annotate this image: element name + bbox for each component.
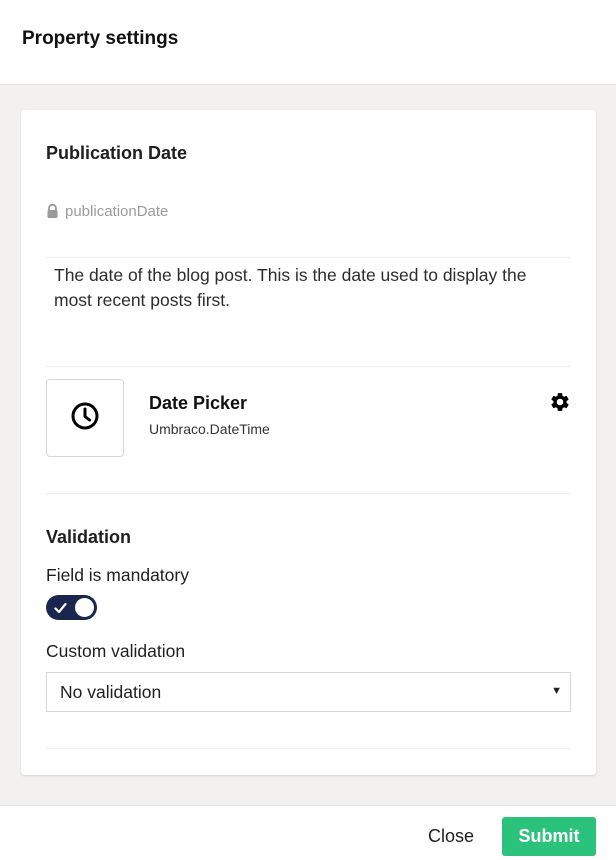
divider (46, 493, 571, 494)
check-icon (54, 601, 67, 619)
mandatory-toggle[interactable] (46, 595, 97, 620)
property-settings-card: Publication Date publicationDate The dat… (21, 110, 596, 775)
editor-tile[interactable] (46, 379, 124, 457)
divider (46, 366, 571, 367)
custom-validation-select[interactable]: No validation ▼ (46, 672, 571, 712)
clock-icon (70, 401, 100, 436)
property-description[interactable]: The date of the blog post. This is the d… (54, 263, 564, 313)
editor-name[interactable]: Date Picker (149, 393, 247, 414)
custom-validation-value: No validation (60, 682, 162, 702)
property-alias[interactable]: publicationDate (46, 202, 168, 220)
lock-icon[interactable] (46, 204, 59, 218)
gear-icon[interactable] (549, 391, 571, 413)
validation-heading: Validation (46, 527, 132, 547)
dialog-header: Property settings (0, 0, 616, 85)
close-button[interactable]: Close (415, 818, 487, 854)
dialog-title: Property settings (22, 28, 179, 49)
divider (46, 748, 571, 749)
mandatory-label: Field is mandatory (46, 565, 189, 585)
custom-validation-label: Custom validation (46, 641, 186, 661)
caret-down-icon: ▼ (551, 685, 562, 697)
divider (46, 257, 571, 258)
dialog-footer: Close Submit (0, 805, 616, 860)
editor-alias: Umbraco.DateTime (149, 421, 270, 437)
submit-button[interactable]: Submit (502, 817, 596, 856)
property-name[interactable]: Publication Date (46, 143, 187, 164)
property-alias-text: publicationDate (65, 202, 169, 220)
toggle-knob (75, 598, 94, 617)
